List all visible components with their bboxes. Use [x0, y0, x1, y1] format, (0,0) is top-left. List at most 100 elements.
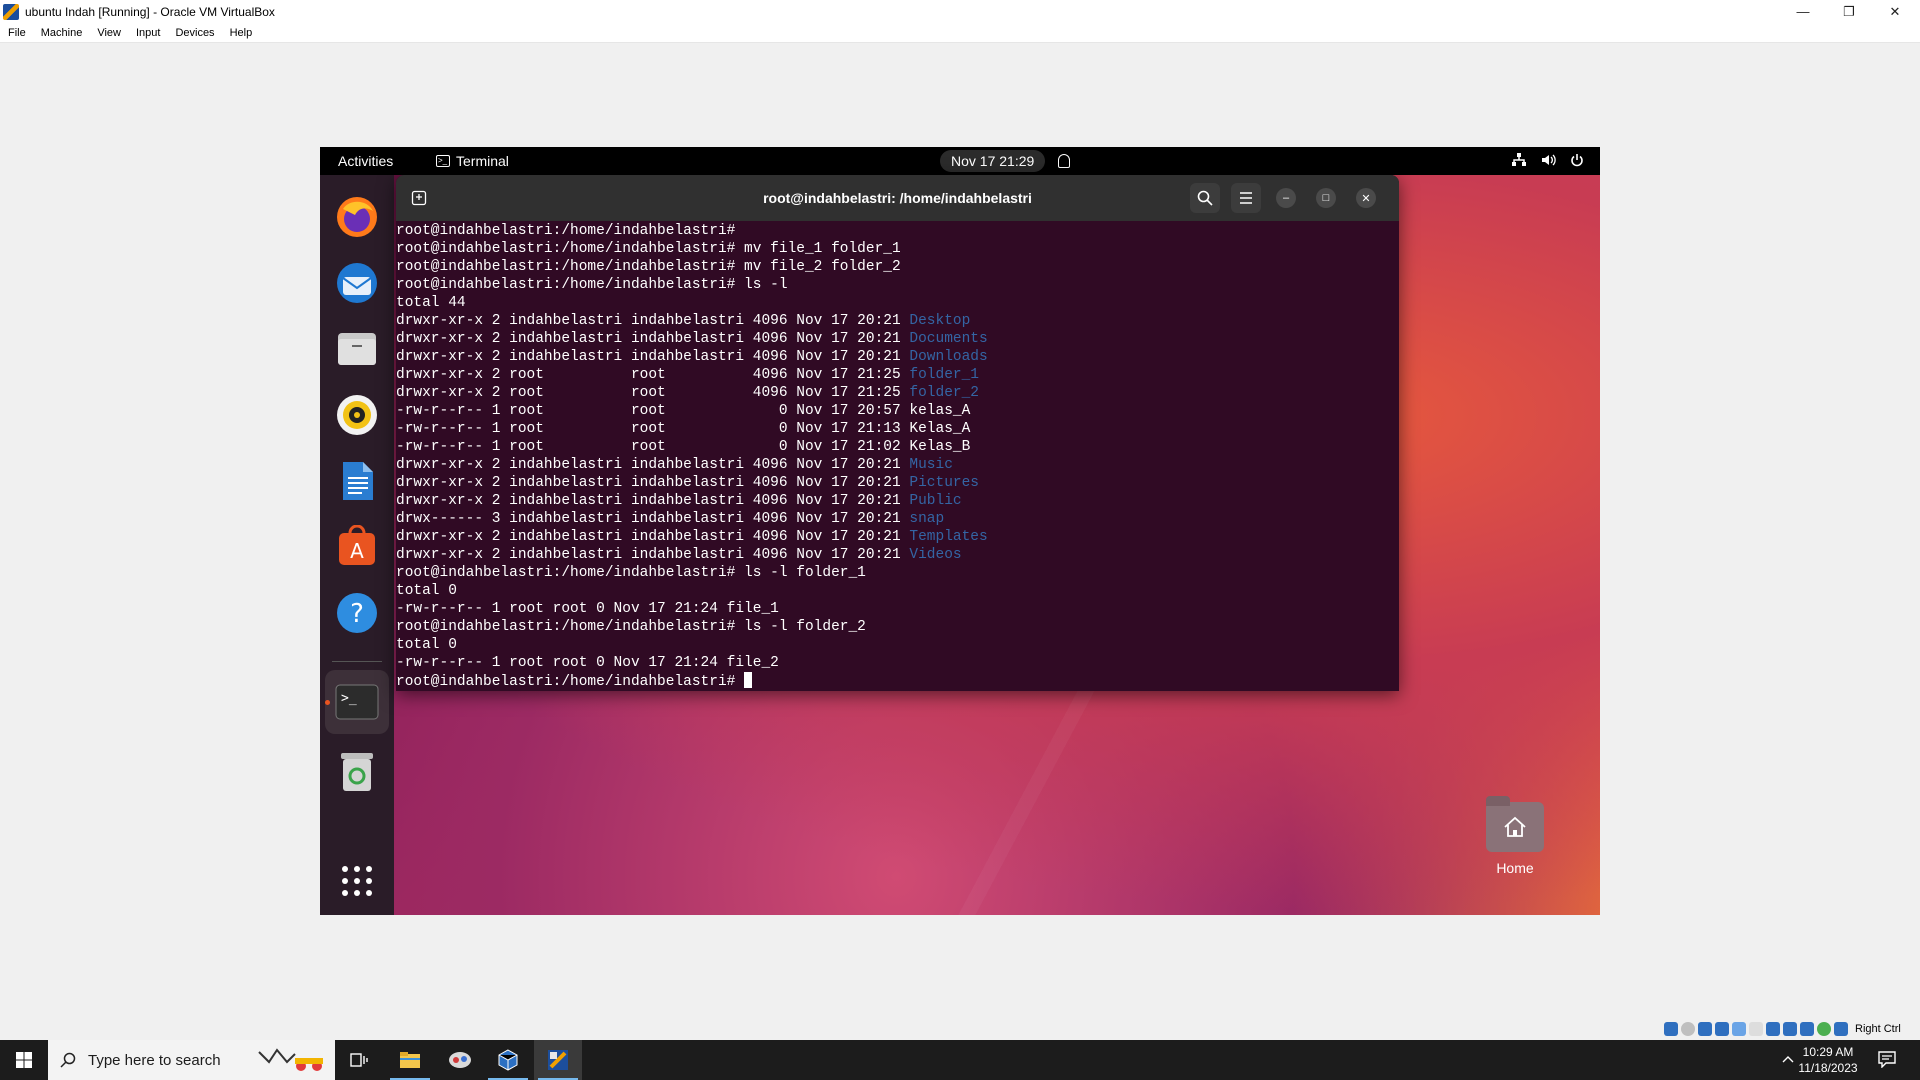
terminal-line: drwxr-xr-x 2 indahbelastri indahbelastri…: [396, 456, 1386, 474]
search-icon: [60, 1052, 76, 1068]
directory-name: Templates: [909, 529, 988, 545]
mouse-integration-icon[interactable]: [1834, 1022, 1848, 1036]
app-menu-label: Terminal: [456, 153, 509, 169]
terminal-line: drwxr-xr-x 2 indahbelastri indahbelastri…: [396, 528, 1386, 546]
directory-name: snap: [909, 511, 945, 527]
terminal-text: -rw-r--r-- 1 root root 0 Nov 17 21:24 fi…: [396, 601, 779, 617]
search-placeholder: Type here to search: [88, 1051, 221, 1069]
terminal-text: -rw-r--r-- 1 root root 0 Nov 17 20:57 ke…: [396, 403, 971, 419]
window-title: ubuntu Indah [Running] - Oracle VM Virtu…: [25, 4, 275, 19]
terminal-text: root@indahbelastri:/home/indahbelastri# …: [396, 259, 901, 275]
recording-icon[interactable]: [1783, 1022, 1797, 1036]
terminal-icon[interactable]: >_: [325, 670, 389, 734]
firefox-icon[interactable]: [333, 193, 381, 241]
search-button[interactable]: [1190, 183, 1220, 213]
terminal-line: drwxr-xr-x 2 indahbelastri indahbelastri…: [396, 330, 1386, 348]
terminal-line: root@indahbelastri:/home/indahbelastri# …: [396, 618, 1386, 636]
menu-help[interactable]: Help: [230, 27, 253, 39]
app-icon-avatar[interactable]: [436, 1040, 484, 1080]
show-apps-icon[interactable]: [333, 857, 381, 905]
start-button[interactable]: [0, 1040, 48, 1080]
notification-bell-icon: [1058, 154, 1070, 168]
terminal-line: root@indahbelastri:/home/indahbelastri# …: [396, 240, 1386, 258]
minimize-button[interactable]: —: [1780, 0, 1826, 23]
audio-icon[interactable]: [1698, 1022, 1712, 1036]
terminal-text: drwx------ 3 indahbelastri indahbelastri…: [396, 511, 910, 527]
window-maximize-button[interactable]: □: [1316, 188, 1336, 208]
terminal-line: drwxr-xr-x 2 root root 4096 Nov 17 21:25…: [396, 366, 1386, 384]
date-time-clock[interactable]: Nov 17 21:29: [940, 150, 1046, 172]
terminal-text: -rw-r--r-- 1 root root 0 Nov 17 21:24 fi…: [396, 655, 779, 671]
terminal-text: total 44: [396, 295, 466, 311]
menu-devices[interactable]: Devices: [175, 27, 214, 39]
network-icon[interactable]: [1512, 152, 1526, 170]
system-clock[interactable]: 10:29 AM 11/18/2023: [1793, 1044, 1863, 1076]
rhythmbox-icon[interactable]: [333, 391, 381, 439]
maximize-button[interactable]: ❐: [1826, 0, 1872, 23]
ubuntu-dock: A ? >_: [320, 175, 394, 915]
file-explorer-icon[interactable]: [386, 1040, 434, 1080]
volume-icon[interactable]: [1541, 153, 1556, 170]
menu-machine[interactable]: Machine: [41, 27, 83, 39]
trash-icon[interactable]: [333, 747, 381, 795]
virtualbox-vm-icon[interactable]: [534, 1040, 582, 1080]
menu-input[interactable]: Input: [136, 27, 160, 39]
taskbar-search-box[interactable]: Type here to search: [48, 1040, 335, 1080]
terminal-line: drwxr-xr-x 2 indahbelastri indahbelastri…: [396, 312, 1386, 330]
terminal-headerbar[interactable]: root@indahbelastri: /home/indahbelastri …: [396, 175, 1399, 221]
cpu-icon[interactable]: [1800, 1022, 1814, 1036]
terminal-text: total 0: [396, 637, 457, 653]
terminal-text: drwxr-xr-x 2 root root 4096 Nov 17 21:25: [396, 367, 910, 383]
menu-view[interactable]: View: [97, 27, 121, 39]
hamburger-menu-icon[interactable]: [1231, 183, 1261, 213]
shared-folders-icon[interactable]: [1749, 1022, 1763, 1036]
directory-name: Music: [909, 457, 953, 473]
virtualbox-app-icon: [3, 3, 19, 20]
guest-additions-icon[interactable]: [1817, 1022, 1831, 1036]
terminal-text: root@indahbelastri:/home/indahbelastri#: [396, 674, 745, 690]
terminal-output[interactable]: root@indahbelastri:/home/indahbelastri# r…: [396, 222, 1386, 691]
vbox-menubar: File Machine View Input Devices Help: [0, 23, 1920, 43]
network-adapter-icon[interactable]: [1715, 1022, 1729, 1036]
help-icon[interactable]: ?: [333, 589, 381, 637]
vm-display[interactable]: Activities >_ Terminal Nov 17 21:29 A ? …: [320, 147, 1600, 915]
terminal-line: root@indahbelastri:/home/indahbelastri# …: [396, 258, 1386, 276]
display-icon[interactable]: [1766, 1022, 1780, 1036]
running-indicator: [325, 700, 330, 705]
terminal-line: total 0: [396, 582, 1386, 600]
terminal-text: drwxr-xr-x 2 indahbelastri indahbelastri…: [396, 475, 910, 491]
window-minimize-button[interactable]: –: [1276, 188, 1296, 208]
usb-icon[interactable]: [1732, 1022, 1746, 1036]
terminal-text: drwxr-xr-x 2 indahbelastri indahbelastri…: [396, 349, 910, 365]
writer-icon[interactable]: [333, 457, 381, 505]
terminal-window[interactable]: root@indahbelastri: /home/indahbelastri …: [396, 175, 1399, 691]
activities-button[interactable]: Activities: [338, 153, 393, 169]
files-icon[interactable]: [333, 325, 381, 373]
app-center-icon[interactable]: A: [333, 523, 381, 571]
gnome-top-bar: Activities >_ Terminal Nov 17 21:29: [320, 147, 1600, 175]
home-folder-label: Home: [1496, 860, 1534, 876]
menu-file[interactable]: File: [8, 27, 26, 39]
power-icon[interactable]: [1570, 153, 1584, 170]
virtualbox-manager-icon[interactable]: [484, 1040, 532, 1080]
terminal-text: root@indahbelastri:/home/indahbelastri# …: [396, 565, 866, 581]
terminal-line: root@indahbelastri:/home/indahbelastri# …: [396, 564, 1386, 582]
desktop-home-folder[interactable]: Home: [1470, 796, 1560, 876]
thunderbird-icon[interactable]: [333, 259, 381, 307]
task-view-icon[interactable]: [335, 1040, 383, 1080]
terminal-line: root@indahbelastri:/home/indahbelastri# …: [396, 276, 1386, 294]
terminal-line: drwxr-xr-x 2 indahbelastri indahbelastri…: [396, 492, 1386, 510]
close-button[interactable]: ✕: [1872, 0, 1918, 23]
terminal-line: root@indahbelastri:/home/indahbelastri#: [396, 672, 1386, 690]
hard-disk-icon[interactable]: [1664, 1022, 1678, 1036]
window-close-button[interactable]: ✕: [1356, 188, 1376, 208]
terminal-text: drwxr-xr-x 2 root root 4096 Nov 17 21:25: [396, 385, 910, 401]
optical-drive-icon[interactable]: [1681, 1022, 1695, 1036]
terminal-text: drwxr-xr-x 2 indahbelastri indahbelastri…: [396, 493, 910, 509]
directory-name: folder_1: [909, 367, 980, 383]
svg-text:>_: >_: [341, 691, 357, 706]
app-menu-terminal[interactable]: >_ Terminal: [436, 153, 509, 169]
terminal-line: drwxr-xr-x 2 indahbelastri indahbelastri…: [396, 348, 1386, 366]
host-key-label: Right Ctrl: [1855, 1023, 1901, 1035]
action-center-icon[interactable]: [1878, 1051, 1896, 1071]
